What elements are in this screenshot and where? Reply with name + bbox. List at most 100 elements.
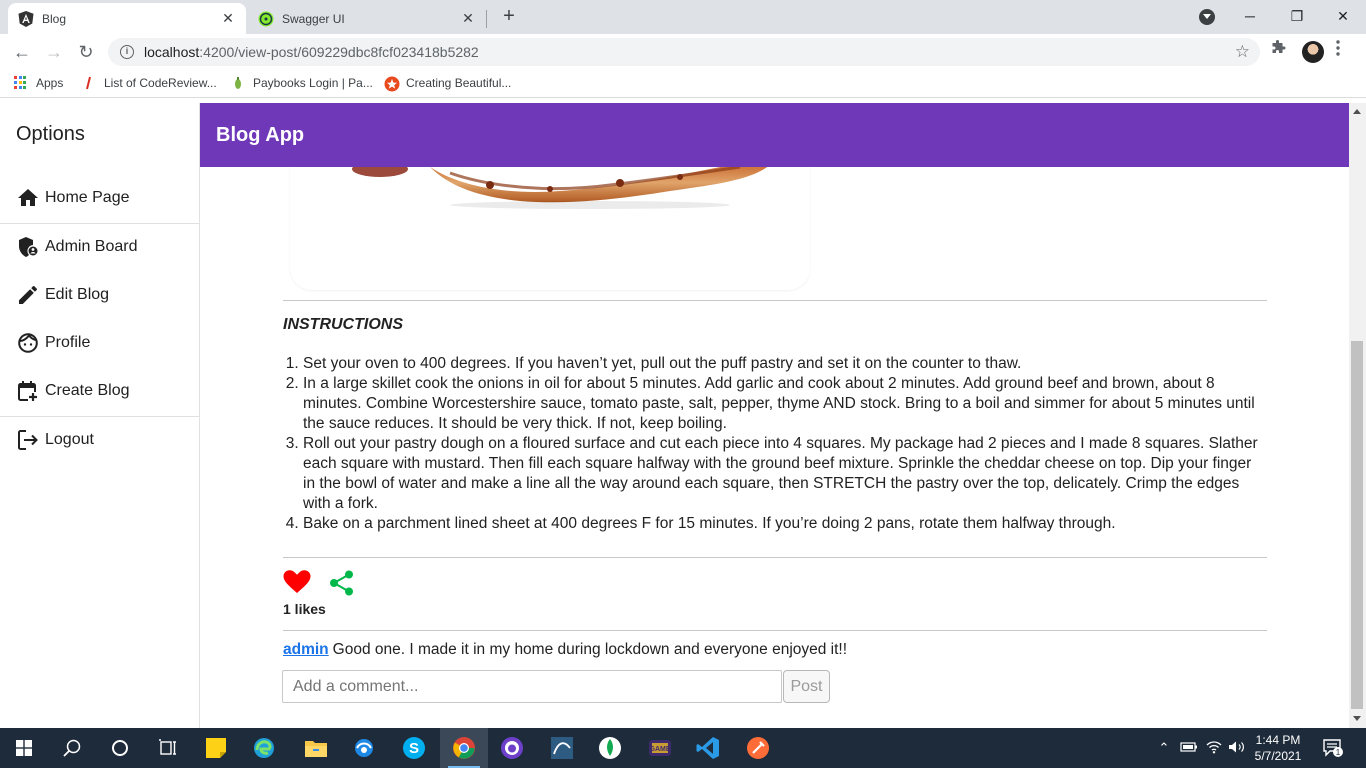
sidebar-item-label: Create Blog xyxy=(45,382,130,399)
forward-arrow-icon[interactable]: → xyxy=(42,40,66,64)
sidenav-title: Options xyxy=(16,123,85,145)
tab-title: Blog xyxy=(42,11,67,26)
mongodb-compass-icon[interactable] xyxy=(586,728,634,768)
page-scrollbar[interactable] xyxy=(1349,103,1366,728)
tab-swagger[interactable]: Swagger UI ✕ xyxy=(248,3,486,34)
tray-chevron-up-icon[interactable]: ⌃ xyxy=(1156,740,1172,756)
postman-icon[interactable] xyxy=(734,728,782,768)
taskbar-clock[interactable]: 1:44 PM 5/7/2021 xyxy=(1252,732,1304,764)
comment-text: Good one. I made it in my home during lo… xyxy=(332,641,848,658)
close-window-icon[interactable]: ✕ xyxy=(1329,4,1357,28)
clock-date: 5/7/2021 xyxy=(1254,749,1302,763)
volume-icon[interactable] xyxy=(1228,740,1246,757)
new-tab-icon[interactable]: + xyxy=(498,5,520,27)
bookmark-label: Apps xyxy=(36,76,64,90)
minimize-icon[interactable]: ─ xyxy=(1236,4,1264,28)
svg-text:GAME: GAME xyxy=(650,746,671,753)
reload-icon[interactable]: ↻ xyxy=(74,40,98,64)
comment-author-link[interactable]: admin xyxy=(283,641,329,658)
list-item: Set your oven to 400 degrees. If you hav… xyxy=(303,354,1267,374)
sidebar-item-edit-blog[interactable]: Edit Blog xyxy=(0,275,199,315)
bookmark-creating-beautiful[interactable]: Creating Beautiful... xyxy=(384,76,511,92)
mysql-workbench-icon[interactable] xyxy=(538,728,586,768)
post-image-card xyxy=(290,167,810,290)
robo3t-icon[interactable] xyxy=(340,728,388,768)
battery-icon[interactable] xyxy=(1180,741,1198,756)
tab-blog[interactable]: Blog ✕ xyxy=(8,3,246,34)
address-bar[interactable]: i localhost:4200/view-post/609229dbc8fcf… xyxy=(108,38,1260,66)
scroll-up-arrow-icon[interactable] xyxy=(1353,109,1361,114)
app-title: Blog App xyxy=(216,123,305,146)
post-image xyxy=(352,167,768,209)
back-arrow-icon[interactable]: ← xyxy=(10,40,34,64)
sidebar-item-label: Logout xyxy=(45,431,94,448)
site-info-icon[interactable]: i xyxy=(120,45,134,59)
bookmark-label: List of CodeReview... xyxy=(104,76,217,90)
extensions-puzzle-icon[interactable] xyxy=(1270,40,1286,61)
notification-center-icon[interactable]: 1 xyxy=(1322,738,1343,758)
url-path: :4200/view-post/609229dbc8fcf023418b5282 xyxy=(199,44,479,60)
scroll-thumb[interactable] xyxy=(1351,341,1363,709)
bookmark-apps[interactable]: Apps xyxy=(14,76,63,90)
list-item: Bake on a parchment lined sheet at 400 d… xyxy=(303,514,1267,534)
system-tray: ⌃ xyxy=(1156,728,1246,768)
heart-icon[interactable] xyxy=(283,570,311,599)
codereview-icon xyxy=(82,76,96,90)
bookmark-codereview[interactable]: List of CodeReview... xyxy=(82,76,217,90)
logout-icon xyxy=(16,428,40,452)
scroll-down-arrow-icon[interactable] xyxy=(1353,716,1361,721)
admin-shield-icon xyxy=(16,235,40,259)
svg-text:S: S xyxy=(409,740,419,757)
instructions-list: Set your oven to 400 degrees. If you hav… xyxy=(283,354,1267,534)
post-comment-button[interactable]: Post xyxy=(783,670,830,703)
chrome-icon[interactable] xyxy=(440,728,488,768)
browser-tab-strip: Blog ✕ Swagger UI ✕ + ─ ❐ ✕ xyxy=(0,0,1366,34)
creating-beautiful-icon xyxy=(384,76,400,92)
sidebar-item-label: Admin Board xyxy=(45,238,138,255)
browser-menu-icon[interactable] xyxy=(1336,40,1340,56)
paybooks-icon xyxy=(231,76,245,90)
sidenav: Options Home Page Admin Board Edit Blog … xyxy=(0,103,200,728)
calendar-add-icon xyxy=(16,379,40,403)
windows-start-icon[interactable] xyxy=(0,728,48,768)
sidebar-item-home-page[interactable]: Home Page xyxy=(0,178,199,218)
file-explorer-icon[interactable] xyxy=(292,728,340,768)
bookmark-star-icon[interactable]: ☆ xyxy=(1235,42,1250,62)
wifi-icon[interactable] xyxy=(1206,740,1222,757)
sidebar-item-admin-board[interactable]: Admin Board xyxy=(0,227,199,267)
nav-divider xyxy=(0,416,199,417)
vscode-icon[interactable] xyxy=(684,728,732,768)
tab-title: Swagger UI xyxy=(282,11,345,26)
github-desktop-icon[interactable] xyxy=(488,728,536,768)
bookmark-paybooks[interactable]: Paybooks Login | Pa... xyxy=(231,76,373,90)
sidebar-item-logout[interactable]: Logout xyxy=(0,420,199,460)
app-toolbar: Blog App xyxy=(200,103,1349,167)
divider xyxy=(283,630,1267,631)
profile-avatar[interactable] xyxy=(1302,41,1324,63)
windows-taskbar: S GAME ⌃ 1:44 PM 5/7/2021 1 xyxy=(0,728,1366,768)
apps-grid-icon xyxy=(14,76,28,90)
game-app-icon[interactable]: GAME xyxy=(636,728,684,768)
home-icon xyxy=(16,186,40,210)
skype-icon[interactable]: S xyxy=(390,728,438,768)
comment-input[interactable] xyxy=(282,670,782,703)
edge-icon[interactable] xyxy=(240,728,288,768)
close-tab-icon[interactable]: ✕ xyxy=(220,10,236,27)
swagger-icon xyxy=(258,11,274,27)
browser-toolbar: ← → ↻ i localhost:4200/view-post/609229d… xyxy=(0,34,1366,70)
sidebar-item-profile[interactable]: Profile xyxy=(0,323,199,363)
sidebar-item-create-blog[interactable]: Create Blog xyxy=(0,371,199,411)
close-tab-icon[interactable]: ✕ xyxy=(460,10,476,27)
tab-search-icon[interactable] xyxy=(1199,9,1215,25)
cortana-icon[interactable] xyxy=(96,728,144,768)
search-icon[interactable] xyxy=(48,728,96,768)
task-view-icon[interactable] xyxy=(144,728,192,768)
nav-divider xyxy=(0,223,199,224)
list-item: Roll out your pastry dough on a floured … xyxy=(303,434,1267,514)
sidebar-item-label: Edit Blog xyxy=(45,286,110,303)
restore-icon[interactable]: ❐ xyxy=(1283,4,1311,28)
sticky-notes-icon[interactable] xyxy=(192,728,240,768)
divider xyxy=(283,300,1267,301)
share-icon[interactable] xyxy=(329,570,355,601)
angular-icon xyxy=(18,10,34,27)
